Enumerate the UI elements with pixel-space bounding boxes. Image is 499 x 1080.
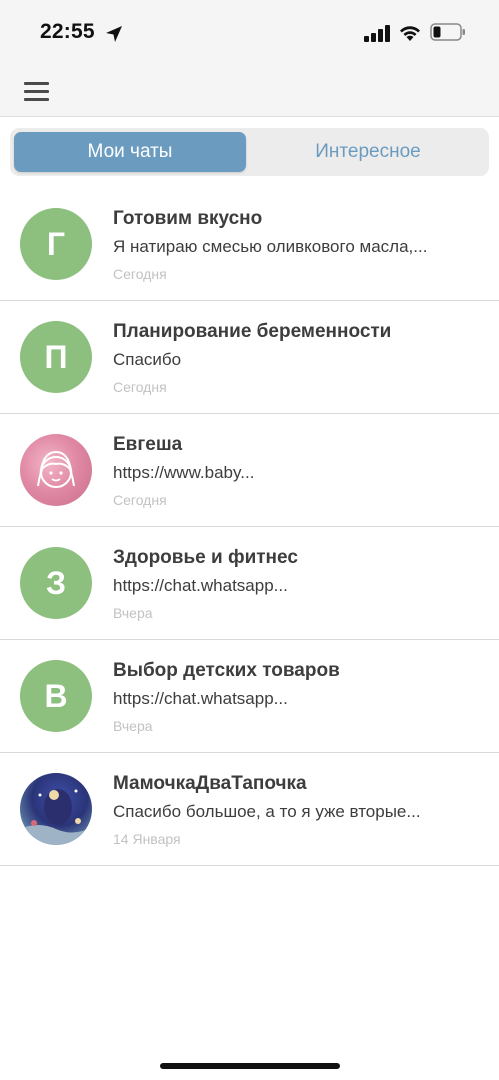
chat-date: Сегодня	[113, 492, 167, 508]
chat-preview: https://chat.whatsapp...	[113, 576, 288, 595]
chat-date: Вчера	[113, 605, 153, 621]
signal-icon	[364, 25, 390, 42]
chat-list-item[interactable]: МамочкаДваТапочка Спасибо большое, а то …	[0, 753, 499, 866]
avatar-photo	[20, 434, 92, 506]
photo-illustration-icon	[20, 789, 92, 845]
chat-list-item[interactable]: З Здоровье и фитнес https://chat.whatsap…	[0, 527, 499, 640]
tab-switcher: Мои чаты Интересное	[10, 128, 489, 176]
chat-preview: Спасибо	[113, 350, 182, 369]
status-time: 22:55	[40, 20, 95, 43]
app-screen: 22:55 Мои чаты Интересное Г Готовим вкус…	[0, 0, 499, 1080]
chat-list-item[interactable]: Евгеша https://www.baby... Сегодня	[0, 414, 499, 527]
chat-list-item[interactable]: В Выбор детских товаров https://chat.wha…	[0, 640, 499, 753]
avatar: В	[20, 660, 92, 732]
avatar: П	[20, 321, 92, 393]
avatar: З	[20, 547, 92, 619]
tab-interesting[interactable]: Интересное	[252, 132, 484, 172]
chat-preview: Спасибо большое, а то я уже вторые...	[113, 802, 421, 821]
chat-list: Г Готовим вкусно Я натираю смесью оливко…	[0, 188, 499, 866]
chat-date: Сегодня	[113, 266, 167, 282]
location-arrow-icon	[106, 26, 122, 42]
chat-date: Сегодня	[113, 379, 167, 395]
tab-my-chats[interactable]: Мои чаты	[14, 132, 246, 172]
avatar-photo	[20, 773, 92, 845]
hamburger-menu-icon[interactable]	[22, 78, 52, 104]
chat-preview: https://chat.whatsapp...	[113, 689, 288, 708]
home-indicator[interactable]	[160, 1063, 340, 1069]
chat-title: Выбор детских товаров	[113, 660, 340, 681]
chat-date: 14 Января	[113, 831, 181, 847]
chat-list-item[interactable]: Г Готовим вкусно Я натираю смесью оливко…	[0, 188, 499, 301]
girl-face-icon	[37, 450, 75, 488]
nav-bar	[0, 66, 499, 117]
chat-date: Вчера	[113, 718, 153, 734]
chat-title: Евгеша	[113, 434, 183, 455]
battery-icon	[430, 23, 465, 41]
chat-title: Готовим вкусно	[113, 208, 263, 229]
chat-title: МамочкаДваТапочка	[113, 773, 307, 794]
chat-title: Планирование беременности	[113, 321, 392, 342]
chat-preview: Я натираю смесью оливкового масла,...	[113, 237, 428, 256]
chat-title: Здоровье и фитнес	[113, 547, 298, 568]
chat-preview: https://www.baby...	[113, 463, 255, 482]
wifi-icon	[400, 26, 420, 41]
chat-list-item[interactable]: П Планирование беременности Спасибо Сего…	[0, 301, 499, 414]
status-bar: 22:55	[0, 0, 499, 66]
avatar: Г	[20, 208, 92, 280]
